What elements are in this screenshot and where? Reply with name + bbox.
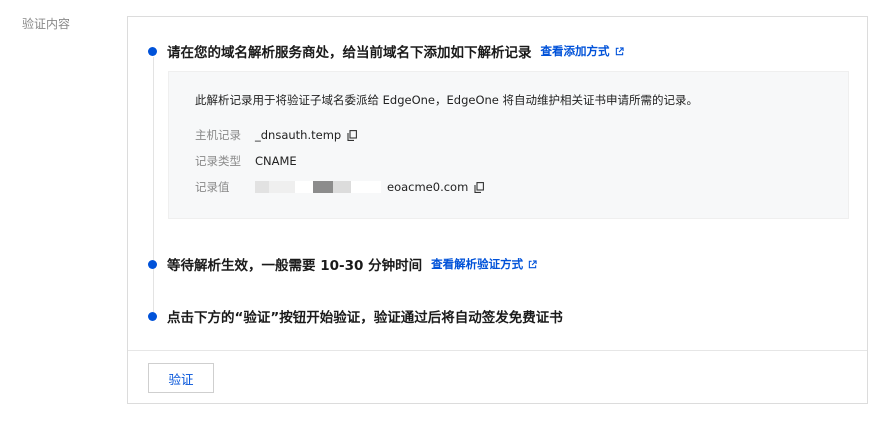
- copy-icon[interactable]: [347, 129, 358, 141]
- record-row-value: 记录值 eoacme0.com: [195, 177, 485, 197]
- step-wait-effective: 等待解析生效，一般需要 10-30 分钟时间 查看解析验证方式: [148, 254, 537, 274]
- record-row-host: 主机记录 _dnsauth.temp: [195, 125, 358, 145]
- step-dot: [148, 259, 157, 269]
- step-title: 点击下方的“验证”按钮开始验证，验证通过后将自动签发免费证书: [167, 310, 563, 326]
- verification-panel: 请在您的域名解析服务商处，给当前域名下添加如下解析记录 查看添加方式 此解析记录…: [127, 16, 868, 404]
- redacted-value-mask: [255, 181, 381, 193]
- timeline-line: [153, 57, 154, 317]
- type-value: CNAME: [255, 154, 297, 168]
- type-label: 记录类型: [195, 154, 241, 168]
- view-verify-method-link[interactable]: 查看解析验证方式: [431, 256, 537, 272]
- value-suffix: eoacme0.com: [387, 180, 469, 194]
- step-click-verify: 点击下方的“验证”按钮开始验证，验证通过后将自动签发免费证书: [148, 306, 563, 326]
- step-add-record: 请在您的域名解析服务商处，给当前域名下添加如下解析记录 查看添加方式: [148, 41, 624, 61]
- step-dot: [148, 311, 157, 321]
- host-label: 主机记录: [195, 128, 241, 142]
- step-dot: [148, 46, 157, 56]
- copy-icon[interactable]: [474, 181, 485, 193]
- view-add-method-link[interactable]: 查看添加方式: [541, 43, 624, 59]
- dns-record-box: 此解析记录用于将验证子域名委派给 EdgeOne，EdgeOne 将自动维护相关…: [168, 71, 849, 219]
- record-description: 此解析记录用于将验证子域名委派给 EdgeOne，EdgeOne 将自动维护相关…: [195, 93, 699, 107]
- field-label: 验证内容: [22, 17, 71, 31]
- step-title: 等待解析生效，一般需要 10-30 分钟时间: [167, 258, 423, 274]
- link-label: 查看解析验证方式: [431, 257, 524, 271]
- divider: [128, 350, 867, 351]
- link-label: 查看添加方式: [540, 44, 610, 58]
- host-value: _dnsauth.temp: [255, 128, 342, 142]
- external-link-icon: [615, 46, 624, 55]
- verify-button[interactable]: 验证: [148, 363, 214, 393]
- record-row-type: 记录类型 CNAME: [195, 151, 297, 171]
- value-label: 记录值: [195, 180, 230, 194]
- step-title: 请在您的域名解析服务商处，给当前域名下添加如下解析记录: [167, 45, 532, 61]
- external-link-icon: [528, 259, 537, 268]
